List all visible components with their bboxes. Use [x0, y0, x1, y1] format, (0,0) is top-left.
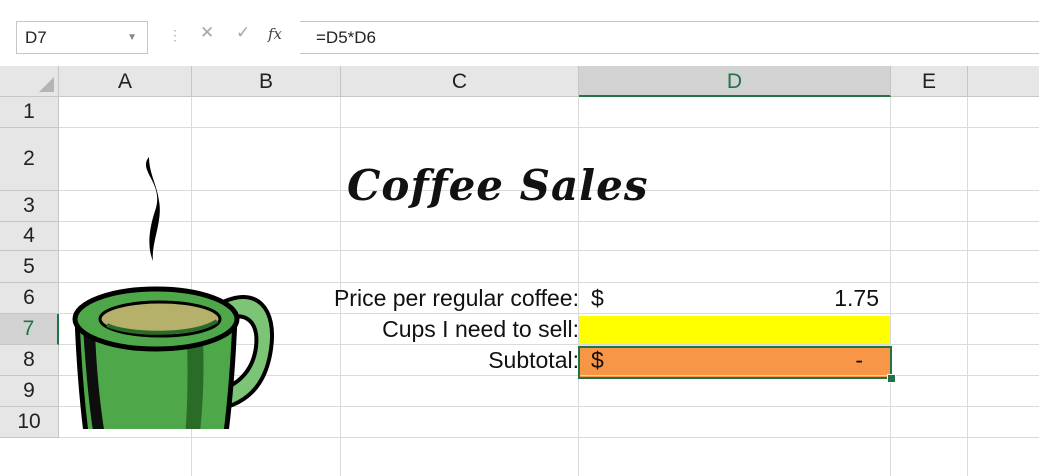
- fill-handle[interactable]: [887, 374, 896, 383]
- column-header-a[interactable]: A: [59, 66, 192, 97]
- gridline: [59, 437, 1039, 438]
- row-header-5[interactable]: 5: [0, 251, 59, 283]
- insert-function-icon[interactable]: fx: [268, 25, 282, 43]
- row-header-2[interactable]: 2: [0, 128, 59, 191]
- column-header-e[interactable]: E: [891, 66, 968, 97]
- row-header-10[interactable]: 10: [0, 407, 59, 438]
- gridline: [967, 97, 968, 476]
- cell-d6[interactable]: [579, 316, 891, 347]
- price-currency[interactable]: $: [591, 283, 604, 314]
- chevron-down-icon[interactable]: ▼: [127, 22, 137, 53]
- sheet-title[interactable]: Coffee Sales: [347, 161, 649, 210]
- column-header-c[interactable]: C: [341, 66, 579, 97]
- formula-bar: D7 ▼ ⋮ ✕ ✓ fx =D5*D6: [0, 0, 1039, 66]
- cell-area[interactable]: Coffee Sales Price per regular coffee: $…: [59, 97, 1039, 476]
- column-header-d[interactable]: D: [579, 66, 891, 97]
- select-all-button[interactable]: [0, 66, 59, 97]
- formula-input[interactable]: =D5*D6: [300, 21, 1039, 54]
- vertical-dots-icon[interactable]: ⋮: [168, 27, 182, 44]
- cancel-icon[interactable]: ✕: [200, 23, 214, 43]
- price-value[interactable]: 1.75: [834, 283, 879, 314]
- row-header-1[interactable]: 1: [0, 97, 59, 128]
- row-header-9[interactable]: 9: [0, 376, 59, 407]
- coffee-mug-icon[interactable]: [67, 149, 287, 429]
- enter-icon[interactable]: ✓: [236, 23, 250, 43]
- price-label[interactable]: Price per regular coffee:: [334, 283, 579, 314]
- column-header-blank[interactable]: [968, 66, 1039, 97]
- row-header-7[interactable]: 7: [0, 314, 59, 345]
- cups-label[interactable]: Cups I need to sell:: [382, 314, 579, 345]
- active-cell-border: [578, 346, 892, 379]
- worksheet-grid: A B C D E 1 2 3 4 5 6 7 8 9 10 Coffee Sa…: [0, 66, 1039, 476]
- gridline: [890, 97, 891, 476]
- row-header-4[interactable]: 4: [0, 222, 59, 251]
- name-box-value: D7: [25, 28, 47, 47]
- name-box[interactable]: D7 ▼: [16, 21, 148, 54]
- row-header-6[interactable]: 6: [0, 283, 59, 314]
- column-header-b[interactable]: B: [192, 66, 341, 97]
- row-header-3[interactable]: 3: [0, 191, 59, 222]
- formula-text: =D5*D6: [316, 28, 377, 47]
- row-header-8[interactable]: 8: [0, 345, 59, 376]
- gridline: [59, 127, 1039, 128]
- subtotal-label[interactable]: Subtotal:: [488, 345, 579, 376]
